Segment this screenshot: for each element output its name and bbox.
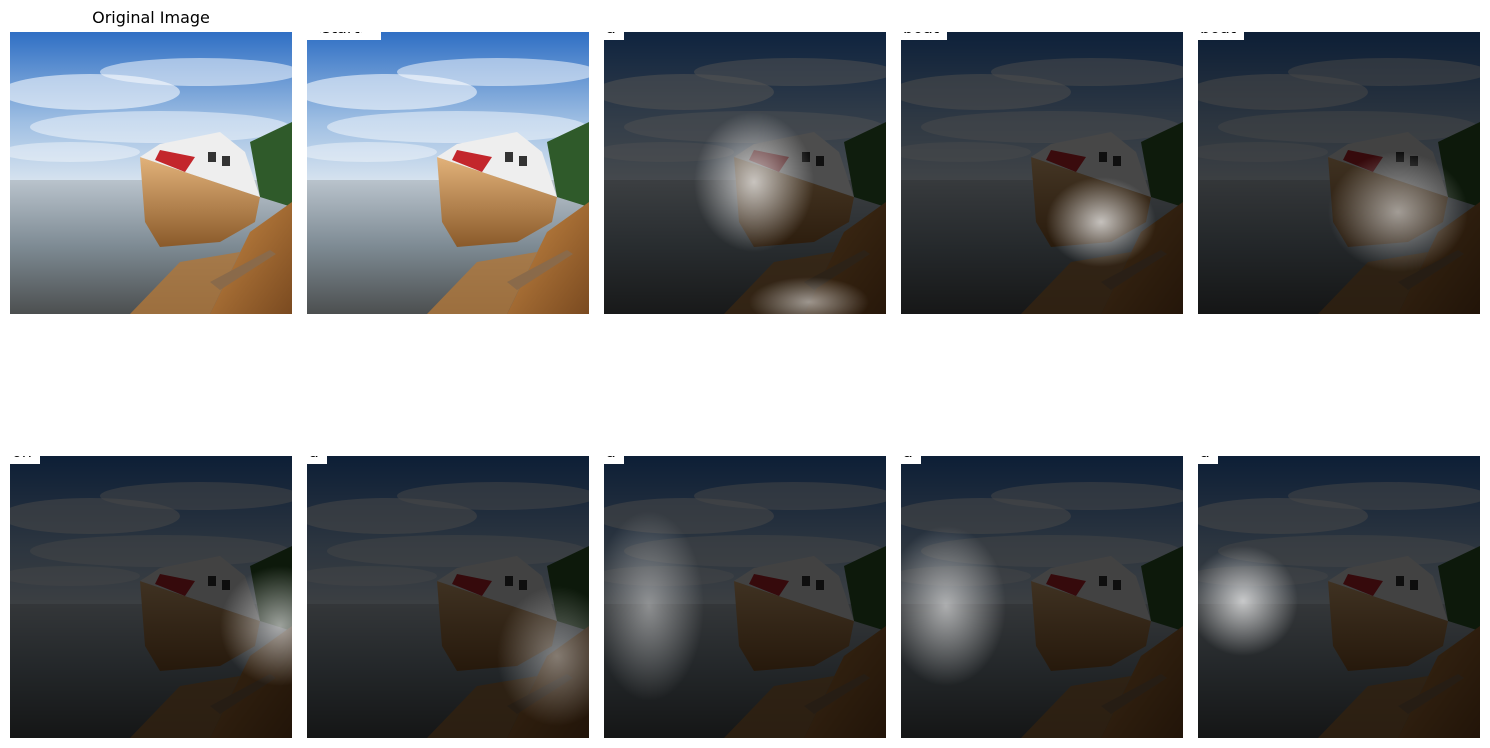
token-label: a xyxy=(604,456,624,464)
token-label: boat xyxy=(1198,32,1245,40)
token-label: a xyxy=(1198,456,1218,464)
attention-panel-a-3: a xyxy=(604,456,886,738)
attention-panel-boat-2: boat xyxy=(1198,32,1480,314)
token-label: a xyxy=(307,456,327,464)
attention-panel-on: on xyxy=(10,456,292,738)
attention-figure: Original Image <start> a boat xyxy=(0,0,1490,748)
attention-panel-start: <start> xyxy=(307,32,589,314)
token-label: a xyxy=(604,32,624,40)
attention-panel-a-2: a xyxy=(307,456,589,738)
attention-panel-boat-1: boat xyxy=(901,32,1183,314)
attention-panel-a-4: a xyxy=(901,456,1183,738)
attention-panel-a-1: a xyxy=(604,32,886,314)
token-label: <start> xyxy=(307,32,382,40)
attention-panel-a-5: a xyxy=(1198,456,1480,738)
original-image xyxy=(10,32,292,314)
token-label: on xyxy=(10,456,40,464)
token-label: a xyxy=(901,456,921,464)
token-label: boat xyxy=(901,32,948,40)
original-image-title: Original Image xyxy=(92,8,210,27)
